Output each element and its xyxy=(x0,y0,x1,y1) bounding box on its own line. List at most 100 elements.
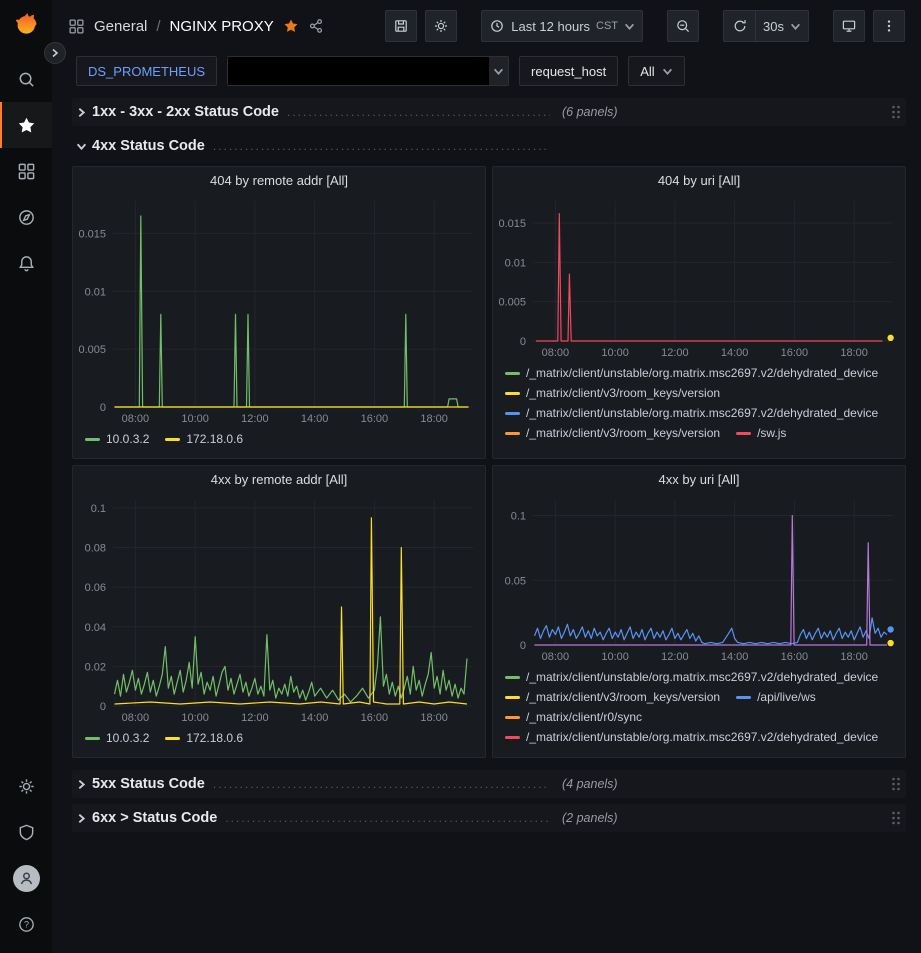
legend-item[interactable]: 172.18.0.6 xyxy=(165,432,243,446)
legend-color-swatch xyxy=(505,676,520,679)
panel-title[interactable]: 404 by remote addr [All] xyxy=(73,167,485,193)
time-series-chart[interactable]: 08:0010:0012:0014:0016:0018:0000.020.040… xyxy=(73,492,485,726)
row-title: 5xx Status Code xyxy=(92,776,205,792)
panel-title[interactable]: 4xx by uri [All] xyxy=(493,466,905,492)
row-leader-dots: ........................................… xyxy=(287,106,550,118)
sidebar-item-configuration[interactable] xyxy=(0,763,52,809)
time-series-chart[interactable]: 08:0010:0012:0014:0016:0018:0000.0050.01… xyxy=(73,193,485,427)
legend-color-swatch xyxy=(85,438,100,441)
row-drag-handle[interactable] xyxy=(890,776,906,792)
favorite-star-button[interactable] xyxy=(283,18,299,34)
zoom-out-button[interactable] xyxy=(667,10,699,42)
refresh-interval-dropdown[interactable]: 30s xyxy=(755,10,809,42)
row-panel-count: (2 panels) xyxy=(562,811,618,825)
panel-title[interactable]: 404 by uri [All] xyxy=(493,167,905,193)
svg-text:0.05: 0.05 xyxy=(505,575,526,587)
legend-item[interactable]: 10.0.3.2 xyxy=(85,432,149,446)
legend-item[interactable]: /_matrix/client/v3/room_keys/version xyxy=(505,690,720,704)
svg-text:0.08: 0.08 xyxy=(85,543,106,555)
legend-item[interactable]: /sw.js xyxy=(736,426,786,440)
legend-color-swatch xyxy=(505,696,520,699)
legend-label: /_matrix/client/v3/room_keys/version xyxy=(526,386,720,400)
legend-color-swatch xyxy=(505,736,520,739)
legend-color-swatch xyxy=(165,737,180,740)
svg-text:18:00: 18:00 xyxy=(420,712,448,724)
sidebar-item-starred[interactable] xyxy=(0,102,52,148)
legend-label: 172.18.0.6 xyxy=(186,731,243,745)
sidebar-item-alerting[interactable] xyxy=(0,240,52,286)
legend-item[interactable]: /_matrix/client/unstable/org.matrix.msc2… xyxy=(505,670,878,684)
time-range-picker[interactable]: Last 12 hours CST xyxy=(481,10,643,42)
legend-item[interactable]: /_matrix/client/unstable/org.matrix.msc2… xyxy=(505,406,878,420)
row-header-1xx-3xx-2xx[interactable]: 1xx - 3xx - 2xx Status Code ............… xyxy=(72,98,906,126)
svg-text:10:00: 10:00 xyxy=(181,413,209,425)
dashboard-title[interactable]: NGINX PROXY xyxy=(170,18,274,35)
chevron-right-icon xyxy=(72,107,92,118)
save-icon xyxy=(393,18,409,34)
legend-item[interactable]: /api/live/ws xyxy=(736,690,816,704)
refresh-icon xyxy=(732,18,748,34)
panel-404-by-remote-addr: 404 by remote addr [All] 08:0010:0012:00… xyxy=(72,166,486,459)
gear-icon xyxy=(17,777,36,796)
svg-text:18:00: 18:00 xyxy=(840,651,868,663)
legend-item[interactable]: /_matrix/client/v3/room_keys/version xyxy=(505,426,720,440)
cycle-view-button[interactable] xyxy=(833,10,865,42)
legend-item[interactable]: /_matrix/client/unstable/org.matrix.msc2… xyxy=(505,730,878,744)
row-header-5xx[interactable]: 5xx Status Code ........................… xyxy=(72,770,906,798)
row-drag-handle[interactable] xyxy=(890,810,906,826)
row-header-4xx[interactable]: 4xx Status Code ........................… xyxy=(72,132,906,160)
save-dashboard-button[interactable] xyxy=(385,10,417,42)
clock-icon xyxy=(489,18,505,34)
row-drag-handle[interactable] xyxy=(890,104,906,120)
datasource-variable-select[interactable] xyxy=(227,56,509,86)
sidebar-item-dashboards[interactable] xyxy=(0,148,52,194)
sidebar-item-search[interactable] xyxy=(0,56,52,102)
svg-text:16:00: 16:00 xyxy=(781,651,809,663)
legend-label: 10.0.3.2 xyxy=(106,432,149,446)
chevron-down-icon xyxy=(489,66,508,77)
svg-text:10:00: 10:00 xyxy=(181,712,209,724)
legend-item[interactable]: 10.0.3.2 xyxy=(85,731,149,745)
time-series-chart[interactable]: 08:0010:0012:0014:0016:0018:0000.050.1 xyxy=(493,492,905,665)
share-dashboard-button[interactable] xyxy=(308,18,324,34)
breadcrumb-section[interactable]: General xyxy=(94,18,147,35)
request-host-variable-select[interactable]: All xyxy=(628,56,684,86)
grafana-logo[interactable] xyxy=(0,10,52,40)
time-series-chart[interactable]: 08:0010:0012:0014:0016:0018:0000.0050.01… xyxy=(493,193,905,361)
row-header-6xx[interactable]: 6xx > Status Code ......................… xyxy=(72,804,906,832)
sidebar-item-profile[interactable] xyxy=(0,855,52,901)
dashboard-settings-button[interactable] xyxy=(425,10,457,42)
svg-text:12:00: 12:00 xyxy=(661,347,689,359)
sidebar-item-explore[interactable] xyxy=(0,194,52,240)
legend-item[interactable]: 172.18.0.6 xyxy=(165,731,243,745)
svg-text:16:00: 16:00 xyxy=(361,413,389,425)
svg-text:10:00: 10:00 xyxy=(601,347,629,359)
legend-item[interactable]: /_matrix/client/unstable/org.matrix.msc2… xyxy=(505,366,878,380)
panel-legend: 10.0.3.2 172.18.0.6 xyxy=(73,726,485,757)
sidebar-item-help[interactable]: ? xyxy=(0,901,52,947)
variables-bar: DS_PROMETHEUS request_host All xyxy=(52,52,921,90)
grafana-flame-icon xyxy=(11,10,41,40)
legend-item[interactable]: /_matrix/client/v3/room_keys/version xyxy=(505,386,720,400)
chevron-down-icon xyxy=(790,21,801,32)
sidebar-expand-button[interactable] xyxy=(44,42,66,64)
chevron-down-icon xyxy=(624,21,635,32)
refresh-button[interactable] xyxy=(723,10,755,42)
breadcrumb: General / NGINX PROXY xyxy=(68,18,324,35)
svg-text:18:00: 18:00 xyxy=(840,347,868,359)
sidebar-item-server-admin[interactable] xyxy=(0,809,52,855)
timezone-badge: CST xyxy=(596,20,618,32)
svg-text:0.02: 0.02 xyxy=(85,661,106,673)
person-icon xyxy=(18,870,35,887)
panel-grid: 404 by remote addr [All] 08:0010:0012:00… xyxy=(72,166,906,758)
svg-text:14:00: 14:00 xyxy=(721,651,749,663)
main-area: General / NGINX PROXY xyxy=(52,0,921,953)
datasource-variable-label[interactable]: DS_PROMETHEUS xyxy=(76,56,217,86)
kebab-menu-button[interactable] xyxy=(873,10,905,42)
kebab-icon xyxy=(881,18,897,34)
request-host-variable-value: All xyxy=(640,64,654,79)
panel-legend: /_matrix/client/unstable/org.matrix.msc2… xyxy=(493,665,905,757)
svg-text:16:00: 16:00 xyxy=(781,347,809,359)
panel-title[interactable]: 4xx by remote addr [All] xyxy=(73,466,485,492)
legend-item[interactable]: /_matrix/client/r0/sync xyxy=(505,710,642,724)
